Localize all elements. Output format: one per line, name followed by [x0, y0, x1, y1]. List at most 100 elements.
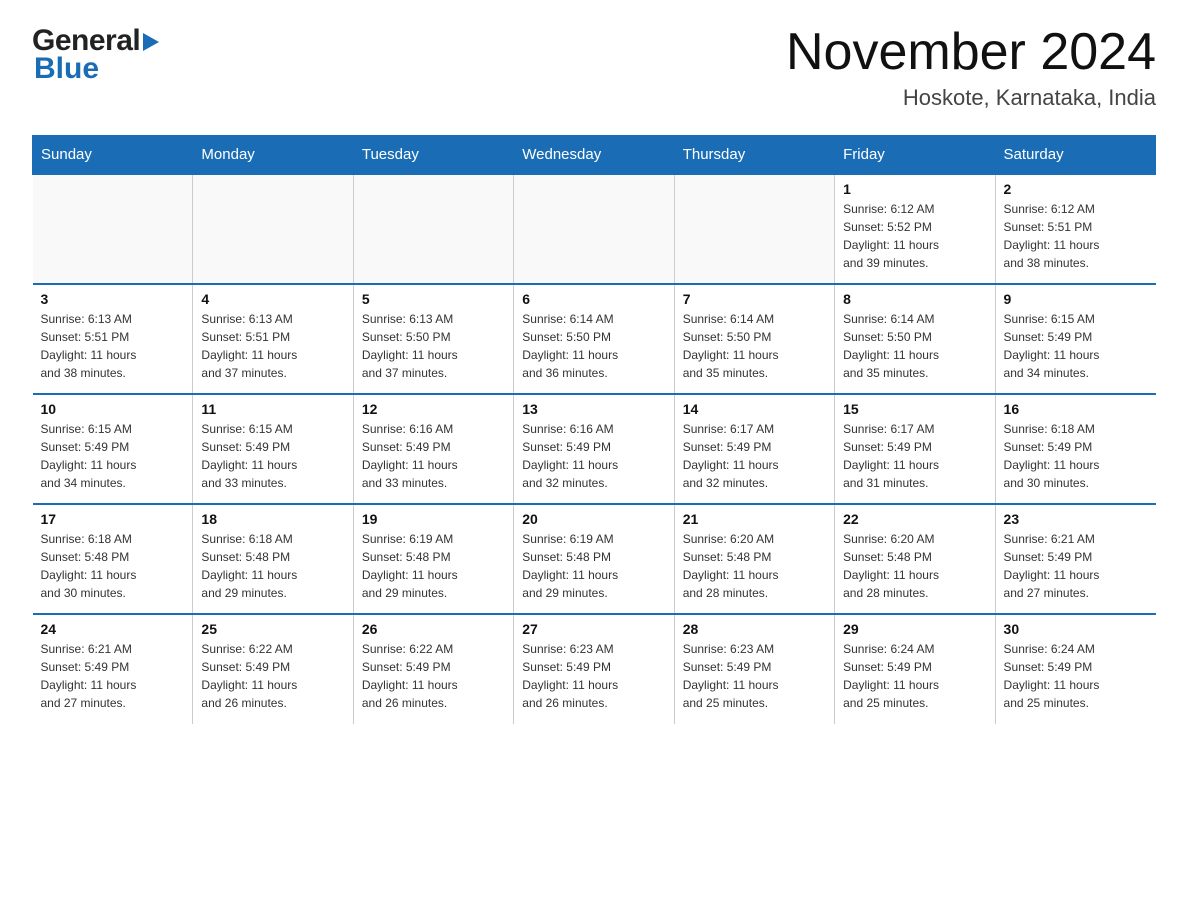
title-area: November 2024 Hoskote, Karnataka, India — [786, 24, 1156, 111]
calendar-cell: 30 Sunrise: 6:24 AM Sunset: 5:49 PM Dayli… — [995, 614, 1155, 724]
day-info: Sunrise: 6:19 AM Sunset: 5:48 PM Dayligh… — [522, 530, 665, 602]
calendar-cell: 5Sunrise: 6:13 AM Sunset: 5:50 PM Daylig… — [353, 284, 513, 394]
calendar-cell: 8 Sunrise: 6:14 AM Sunset: 5:50 PM Daylig… — [835, 284, 995, 394]
calendar-week-row: 3 Sunrise: 6:13 AM Sunset: 5:51 PM Daylig… — [33, 284, 1156, 394]
calendar-cell: 19Sunrise: 6:19 AM Sunset: 5:48 PM Dayli… — [353, 504, 513, 614]
day-info: Sunrise: 6:15 AM Sunset: 5:49 PM Dayligh… — [201, 420, 344, 492]
day-info: Sunrise: 6:23 AM Sunset: 5:49 PM Dayligh… — [683, 640, 826, 712]
calendar-cell: 6 Sunrise: 6:14 AM Sunset: 5:50 PM Daylig… — [514, 284, 674, 394]
day-info: Sunrise: 6:22 AM Sunset: 5:49 PM Dayligh… — [362, 640, 505, 712]
weekday-header-row: SundayMondayTuesdayWednesdayThursdayFrid… — [33, 136, 1156, 175]
day-number: 25 — [201, 621, 344, 637]
calendar-cell: 2 Sunrise: 6:12 AM Sunset: 5:51 PM Daylig… — [995, 174, 1155, 284]
day-number: 6 — [522, 291, 665, 307]
day-info: Sunrise: 6:20 AM Sunset: 5:48 PM Dayligh… — [843, 530, 986, 602]
day-number: 7 — [683, 291, 826, 307]
day-info: Sunrise: 6:16 AM Sunset: 5:49 PM Dayligh… — [522, 420, 665, 492]
logo: General Blue — [32, 24, 159, 86]
calendar-cell: 3 Sunrise: 6:13 AM Sunset: 5:51 PM Daylig… — [33, 284, 193, 394]
month-title: November 2024 — [786, 24, 1156, 81]
day-info: Sunrise: 6:24 AM Sunset: 5:49 PM Dayligh… — [843, 640, 986, 712]
day-info: Sunrise: 6:19 AM Sunset: 5:48 PM Dayligh… — [362, 530, 505, 602]
day-info: Sunrise: 6:18 AM Sunset: 5:48 PM Dayligh… — [41, 530, 185, 602]
weekday-header-sunday: Sunday — [33, 136, 193, 175]
calendar-week-row: 17 Sunrise: 6:18 AM Sunset: 5:48 PM Dayli… — [33, 504, 1156, 614]
day-number: 23 — [1004, 511, 1148, 527]
day-number: 1 — [843, 181, 986, 197]
calendar-cell: 1 Sunrise: 6:12 AM Sunset: 5:52 PM Daylig… — [835, 174, 995, 284]
day-number: 18 — [201, 511, 344, 527]
day-info: Sunrise: 6:20 AM Sunset: 5:48 PM Dayligh… — [683, 530, 826, 602]
calendar-cell: 18 Sunrise: 6:18 AM Sunset: 5:48 PM Dayli… — [193, 504, 353, 614]
day-info: Sunrise: 6:18 AM Sunset: 5:48 PM Dayligh… — [201, 530, 344, 602]
day-info: Sunrise: 6:12 AM Sunset: 5:51 PM Dayligh… — [1004, 200, 1148, 272]
day-info: Sunrise: 6:15 AM Sunset: 5:49 PM Dayligh… — [1004, 310, 1148, 382]
day-info: Sunrise: 6:12 AM Sunset: 5:52 PM Dayligh… — [843, 200, 986, 272]
day-info: Sunrise: 6:14 AM Sunset: 5:50 PM Dayligh… — [683, 310, 826, 382]
day-info: Sunrise: 6:22 AM Sunset: 5:49 PM Dayligh… — [201, 640, 344, 712]
logo-chevron-icon — [143, 33, 159, 51]
day-info: Sunrise: 6:13 AM Sunset: 5:51 PM Dayligh… — [41, 310, 185, 382]
calendar-week-row: 1 Sunrise: 6:12 AM Sunset: 5:52 PM Daylig… — [33, 174, 1156, 284]
day-number: 2 — [1004, 181, 1148, 197]
calendar-cell: 25 Sunrise: 6:22 AM Sunset: 5:49 PM Dayli… — [193, 614, 353, 724]
calendar-cell: 12Sunrise: 6:16 AM Sunset: 5:49 PM Dayli… — [353, 394, 513, 504]
day-number: 21 — [683, 511, 826, 527]
weekday-header-monday: Monday — [193, 136, 353, 175]
day-info: Sunrise: 6:16 AM Sunset: 5:49 PM Dayligh… — [362, 420, 505, 492]
calendar-cell: 22 Sunrise: 6:20 AM Sunset: 5:48 PM Dayli… — [835, 504, 995, 614]
day-info: Sunrise: 6:24 AM Sunset: 5:49 PM Dayligh… — [1004, 640, 1148, 712]
day-number: 9 — [1004, 291, 1148, 307]
day-number: 8 — [843, 291, 986, 307]
day-info: Sunrise: 6:23 AM Sunset: 5:49 PM Dayligh… — [522, 640, 665, 712]
day-number: 27 — [522, 621, 665, 637]
calendar-cell — [353, 174, 513, 284]
day-number: 3 — [41, 291, 185, 307]
day-number: 16 — [1004, 401, 1148, 417]
day-number: 26 — [362, 621, 505, 637]
day-number: 13 — [522, 401, 665, 417]
day-info: Sunrise: 6:14 AM Sunset: 5:50 PM Dayligh… — [843, 310, 986, 382]
calendar-cell — [193, 174, 353, 284]
weekday-header-saturday: Saturday — [995, 136, 1155, 175]
day-number: 20 — [522, 511, 665, 527]
weekday-header-thursday: Thursday — [674, 136, 834, 175]
weekday-header-friday: Friday — [835, 136, 995, 175]
calendar-week-row: 24 Sunrise: 6:21 AM Sunset: 5:49 PM Dayli… — [33, 614, 1156, 724]
calendar-cell: 27 Sunrise: 6:23 AM Sunset: 5:49 PM Dayli… — [514, 614, 674, 724]
calendar-cell: 24 Sunrise: 6:21 AM Sunset: 5:49 PM Dayli… — [33, 614, 193, 724]
day-number: 11 — [201, 401, 344, 417]
location-subtitle: Hoskote, Karnataka, India — [786, 85, 1156, 111]
day-info: Sunrise: 6:18 AM Sunset: 5:49 PM Dayligh… — [1004, 420, 1148, 492]
day-info: Sunrise: 6:17 AM Sunset: 5:49 PM Dayligh… — [843, 420, 986, 492]
day-info: Sunrise: 6:14 AM Sunset: 5:50 PM Dayligh… — [522, 310, 665, 382]
calendar-cell: 16 Sunrise: 6:18 AM Sunset: 5:49 PM Dayli… — [995, 394, 1155, 504]
calendar-cell: 13 Sunrise: 6:16 AM Sunset: 5:49 PM Dayli… — [514, 394, 674, 504]
day-number: 24 — [41, 621, 185, 637]
calendar-cell: 9 Sunrise: 6:15 AM Sunset: 5:49 PM Daylig… — [995, 284, 1155, 394]
day-number: 14 — [683, 401, 826, 417]
calendar-cell — [33, 174, 193, 284]
day-info: Sunrise: 6:21 AM Sunset: 5:49 PM Dayligh… — [1004, 530, 1148, 602]
day-info: Sunrise: 6:21 AM Sunset: 5:49 PM Dayligh… — [41, 640, 185, 712]
day-number: 30 — [1004, 621, 1148, 637]
day-number: 4 — [201, 291, 344, 307]
day-number: 28 — [683, 621, 826, 637]
day-info: Sunrise: 6:17 AM Sunset: 5:49 PM Dayligh… — [683, 420, 826, 492]
calendar-cell — [674, 174, 834, 284]
calendar-cell: 28 Sunrise: 6:23 AM Sunset: 5:49 PM Dayli… — [674, 614, 834, 724]
calendar-cell: 26 Sunrise: 6:22 AM Sunset: 5:49 PM Dayli… — [353, 614, 513, 724]
page-header: General Blue November 2024 Hoskote, Karn… — [32, 24, 1156, 111]
day-info: Sunrise: 6:13 AM Sunset: 5:50 PM Dayligh… — [362, 310, 505, 382]
calendar-cell: 14 Sunrise: 6:17 AM Sunset: 5:49 PM Dayli… — [674, 394, 834, 504]
calendar-cell: 15Sunrise: 6:17 AM Sunset: 5:49 PM Dayli… — [835, 394, 995, 504]
day-number: 17 — [41, 511, 185, 527]
calendar-cell: 10Sunrise: 6:15 AM Sunset: 5:49 PM Dayli… — [33, 394, 193, 504]
day-number: 22 — [843, 511, 986, 527]
day-number: 29 — [843, 621, 986, 637]
logo-blue-text: Blue — [32, 52, 159, 86]
day-info: Sunrise: 6:13 AM Sunset: 5:51 PM Dayligh… — [201, 310, 344, 382]
calendar-cell: 20 Sunrise: 6:19 AM Sunset: 5:48 PM Dayli… — [514, 504, 674, 614]
calendar-cell: 23 Sunrise: 6:21 AM Sunset: 5:49 PM Dayli… — [995, 504, 1155, 614]
calendar-cell: 29 Sunrise: 6:24 AM Sunset: 5:49 PM Dayli… — [835, 614, 995, 724]
